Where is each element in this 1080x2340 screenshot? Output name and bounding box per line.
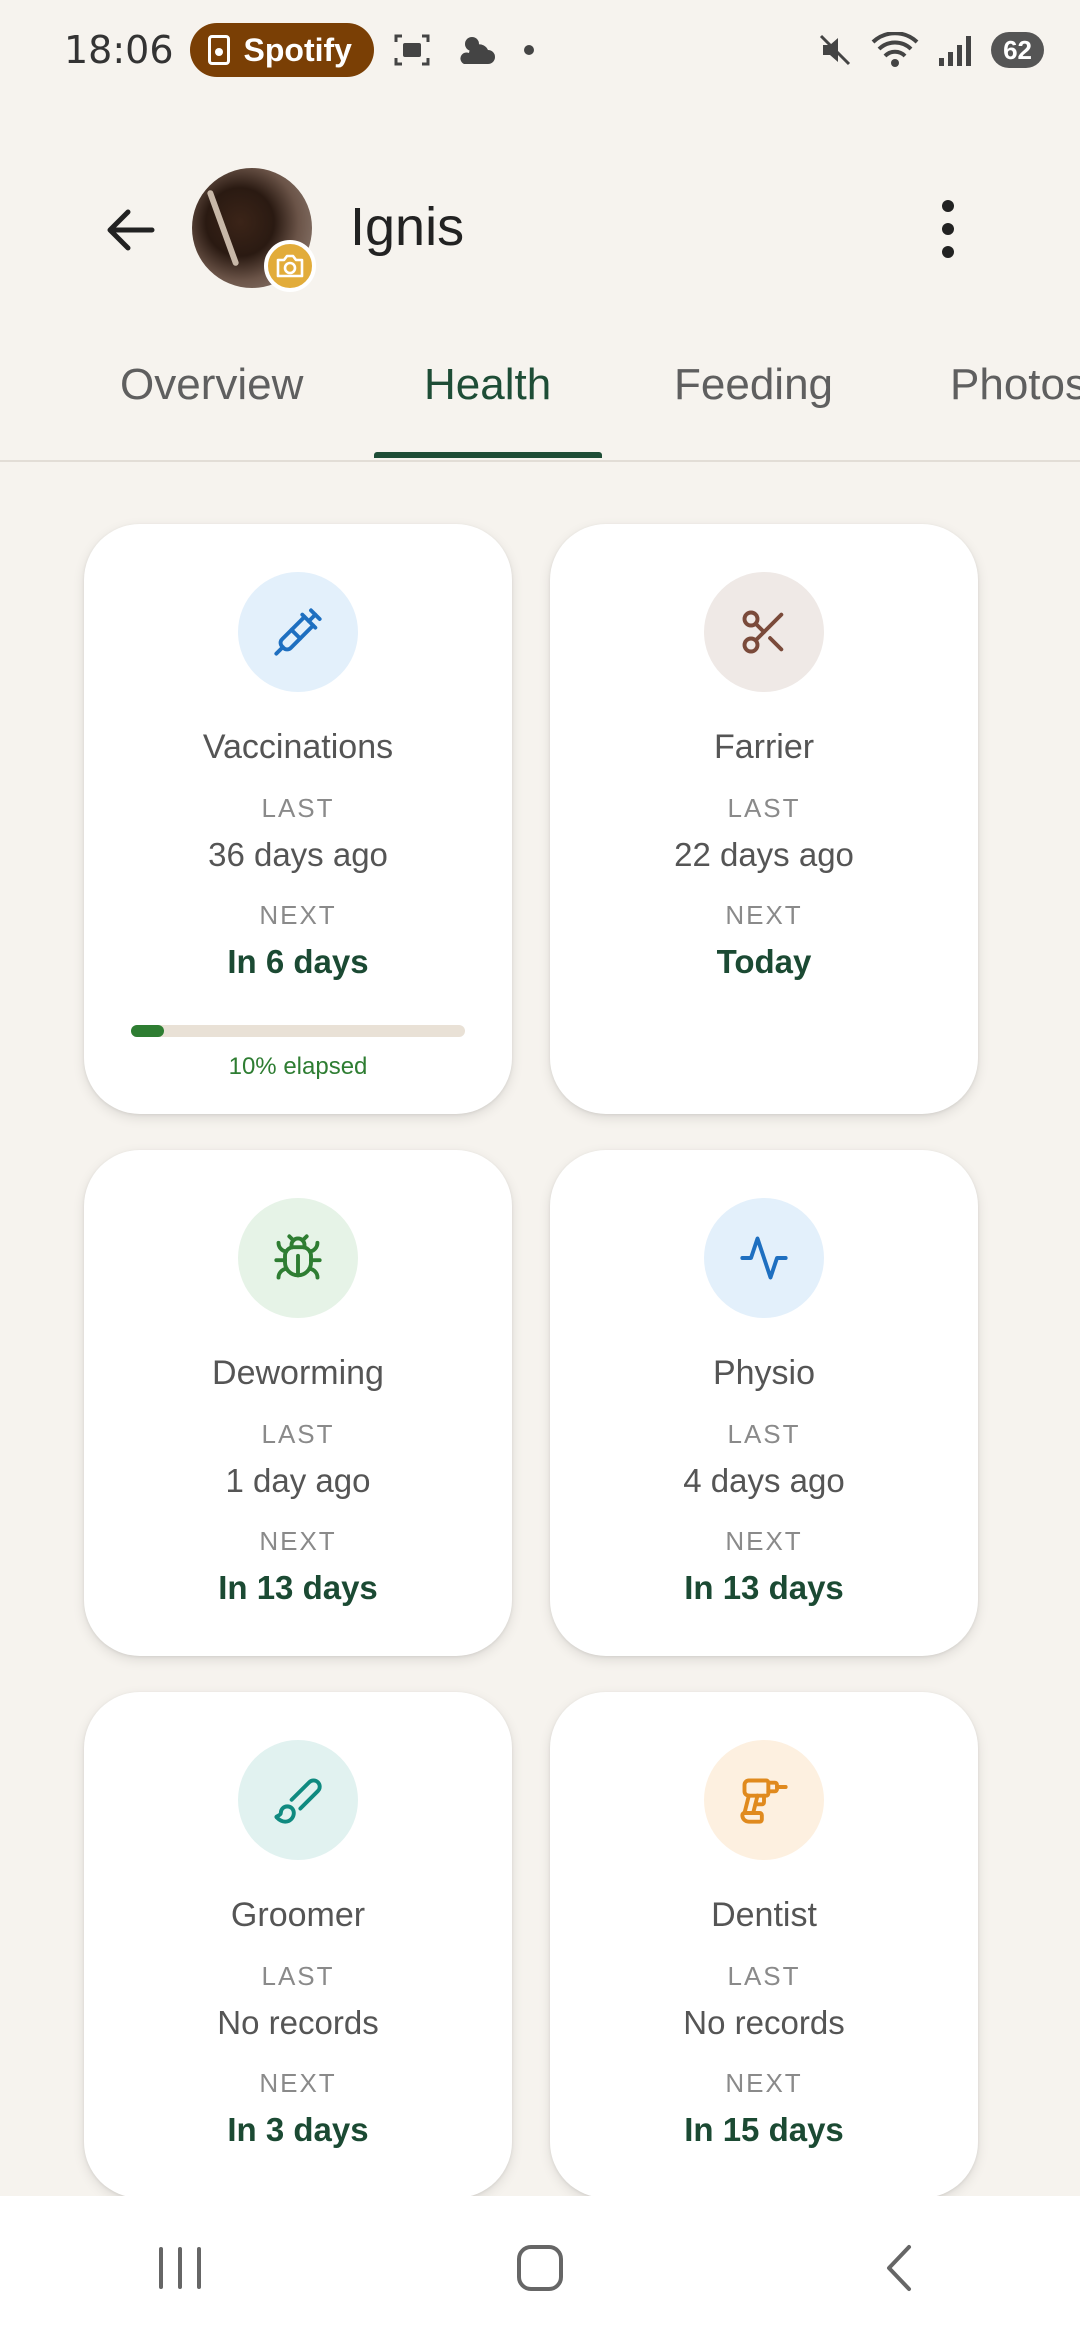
next-value: In 6 days bbox=[227, 943, 369, 980]
tab-feeding[interactable]: Feeding bbox=[674, 360, 833, 410]
change-photo-button[interactable] bbox=[264, 240, 316, 292]
tab-photos[interactable]: Photos bbox=[950, 360, 1080, 410]
last-value: 22 days ago bbox=[674, 836, 854, 873]
brush-icon bbox=[274, 1778, 322, 1824]
signal-icon bbox=[939, 36, 972, 66]
speaker-icon bbox=[207, 35, 230, 65]
back-nav-button[interactable] bbox=[860, 2228, 940, 2308]
drill-icon bbox=[740, 1778, 788, 1824]
card-icon-circle bbox=[238, 1740, 358, 1860]
card-physio[interactable]: Physio LAST 4 days ago NEXT In 13 days bbox=[550, 1150, 978, 1656]
weather-icon bbox=[460, 37, 495, 64]
app-bar: Ignis bbox=[0, 160, 1080, 300]
syringe-icon bbox=[274, 608, 322, 656]
last-label: LAST bbox=[261, 793, 335, 823]
activity-icon bbox=[740, 1236, 788, 1280]
card-icon-circle bbox=[704, 1740, 824, 1860]
last-label: LAST bbox=[261, 1961, 335, 1991]
more-vert-icon bbox=[942, 200, 954, 212]
elapsed-label: 10% elapsed bbox=[228, 1053, 368, 1080]
mute-icon bbox=[820, 34, 851, 66]
next-label: NEXT bbox=[259, 900, 337, 930]
dot-icon bbox=[523, 45, 534, 55]
next-value: Today bbox=[716, 943, 812, 980]
card-title: Physio bbox=[712, 1354, 816, 1392]
last-label: LAST bbox=[727, 1419, 801, 1449]
chevron-left-icon bbox=[887, 2245, 911, 2291]
notification-app-label: Spotify bbox=[243, 31, 352, 68]
next-value: In 3 days bbox=[227, 2111, 369, 2148]
card-icon-circle bbox=[704, 572, 824, 692]
card-deworming[interactable]: Deworming LAST 1 day ago NEXT In 13 days bbox=[84, 1150, 512, 1656]
last-label: LAST bbox=[727, 1961, 801, 1991]
next-value: In 15 days bbox=[684, 2111, 844, 2148]
last-value: 4 days ago bbox=[683, 1462, 845, 1499]
tab-bar: Overview Health Feeding Photos bbox=[0, 360, 1080, 462]
status-bar: 18:06 Spotify 62 bbox=[0, 0, 1080, 100]
more-options-button[interactable] bbox=[920, 194, 976, 264]
next-label: NEXT bbox=[259, 2068, 337, 2098]
wifi-icon bbox=[871, 32, 919, 67]
bug-icon bbox=[274, 1234, 322, 1280]
last-value: No records bbox=[683, 2004, 845, 2041]
back-button[interactable] bbox=[100, 200, 160, 260]
horse-name-title: Ignis bbox=[350, 197, 465, 257]
last-value: 36 days ago bbox=[208, 836, 388, 873]
tab-health[interactable]: Health bbox=[424, 360, 551, 410]
tab-overview[interactable]: Overview bbox=[120, 360, 303, 410]
home-icon bbox=[517, 2245, 563, 2291]
card-title: Groomer bbox=[230, 1896, 366, 1934]
recent-apps-button[interactable] bbox=[140, 2228, 220, 2308]
spotify-notification-pill[interactable]: Spotify bbox=[189, 23, 374, 77]
status-time: 18:06 bbox=[64, 28, 174, 72]
card-groomer[interactable]: Groomer LAST No records NEXT In 3 days bbox=[84, 1692, 512, 2198]
next-label: NEXT bbox=[259, 1526, 337, 1556]
card-icon-circle bbox=[238, 1198, 358, 1318]
battery-indicator: 62 bbox=[991, 32, 1044, 68]
screenshot-icon bbox=[394, 34, 430, 66]
next-value: In 13 days bbox=[684, 1569, 844, 1606]
card-title: Deworming bbox=[212, 1354, 384, 1392]
arrow-left-icon bbox=[107, 209, 155, 251]
card-title: Vaccinations bbox=[202, 728, 394, 766]
card-dentist[interactable]: Dentist LAST No records NEXT In 15 days bbox=[550, 1692, 978, 2198]
elapsed-progress-fill bbox=[131, 1025, 165, 1037]
next-label: NEXT bbox=[725, 2068, 803, 2098]
camera-icon bbox=[276, 254, 304, 278]
card-title: Dentist bbox=[711, 1896, 817, 1934]
last-label: LAST bbox=[261, 1419, 335, 1449]
active-tab-indicator bbox=[374, 452, 602, 458]
next-label: NEXT bbox=[725, 900, 803, 930]
card-icon-circle bbox=[704, 1198, 824, 1318]
recent-apps-icon bbox=[159, 2247, 201, 2289]
card-icon-circle bbox=[238, 572, 358, 692]
elapsed-progress-bar bbox=[131, 1025, 465, 1037]
card-title: Farrier bbox=[713, 728, 815, 766]
next-value: In 13 days bbox=[218, 1569, 378, 1606]
system-navigation-bar bbox=[0, 2196, 1080, 2340]
home-button[interactable] bbox=[500, 2228, 580, 2308]
last-value: 1 day ago bbox=[225, 1462, 371, 1499]
card-vaccinations[interactable]: Vaccinations LAST 36 days ago NEXT In 6 … bbox=[84, 524, 512, 1114]
card-farrier[interactable]: Farrier LAST 22 days ago NEXT Today bbox=[550, 524, 978, 1114]
next-label: NEXT bbox=[725, 1526, 803, 1556]
scissors-icon bbox=[742, 610, 784, 654]
last-value: No records bbox=[217, 2004, 379, 2041]
last-label: LAST bbox=[727, 793, 801, 823]
